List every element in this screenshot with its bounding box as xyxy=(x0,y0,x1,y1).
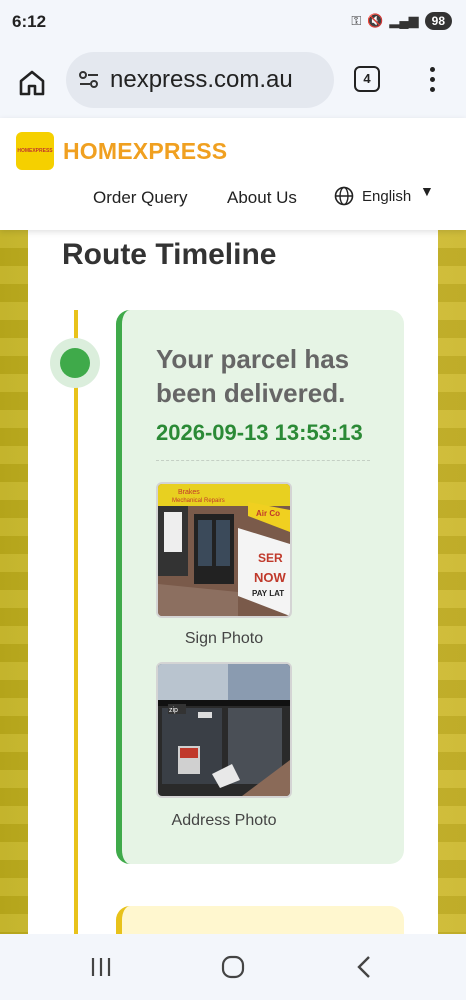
menu-dot-icon xyxy=(429,77,435,82)
battery-indicator: 98 xyxy=(424,12,452,30)
menu-dot-icon xyxy=(429,87,435,92)
svg-text:Air Co: Air Co xyxy=(256,509,280,518)
site-header: HOMEXPRESS HOMEXPRESS Order Query About … xyxy=(0,118,466,230)
doorway-photo-icon: zip xyxy=(158,664,290,796)
key-icon: ⚿ xyxy=(351,13,362,28)
brand-name[interactable]: HOMEXPRESS xyxy=(63,138,227,165)
language-selector[interactable]: English ▼ xyxy=(334,183,434,206)
svg-text:Mechanical Repairs: Mechanical Repairs xyxy=(172,498,225,504)
browser-toolbar: nexpress.com.au 4 xyxy=(0,44,466,118)
signal-icon: ▂▄▆ xyxy=(389,13,419,28)
storefront-photo-icon: Brakes Mechanical Repairs Air Co SER NOW… xyxy=(158,484,290,616)
address-photo-thumbnail[interactable]: zip xyxy=(156,662,292,798)
globe-icon xyxy=(334,186,354,206)
page-background: Route Timeline Your parcel has been deli… xyxy=(0,230,466,934)
language-label: English xyxy=(362,187,412,205)
url-text: nexpress.com.au xyxy=(110,66,293,93)
timeline-line xyxy=(74,310,78,934)
svg-text:zip: zip xyxy=(169,707,178,714)
system-nav-bar xyxy=(0,934,466,1000)
timeline-event-card-next xyxy=(116,906,404,934)
address-bar[interactable]: nexpress.com.au xyxy=(66,52,334,108)
nav-order-query[interactable]: Order Query xyxy=(93,188,187,208)
sign-photo-label: Sign Photo xyxy=(184,630,264,647)
timeline-dot xyxy=(60,348,90,378)
background-decoration xyxy=(438,230,466,934)
section-title: Route Timeline xyxy=(62,238,277,271)
nav-about-us[interactable]: About Us xyxy=(227,188,297,208)
event-datetime: 2026-09-13 13:53:13 xyxy=(156,420,363,445)
sign-photo-thumbnail[interactable]: Brakes Mechanical Repairs Air Co SER NOW… xyxy=(156,482,292,618)
caret-down-icon: ▼ xyxy=(420,183,434,199)
status-time: 6:12 xyxy=(12,12,47,31)
status-icons: ⚿ 🔇 ▂▄▆ 98 xyxy=(351,12,452,30)
home-nav-icon[interactable] xyxy=(220,954,246,980)
divider xyxy=(156,460,370,461)
site-settings-icon[interactable] xyxy=(78,69,100,91)
event-status: Your parcel has been delivered. xyxy=(156,344,350,408)
svg-text:Brakes: Brakes xyxy=(178,489,200,496)
svg-text:PAY LAT: PAY LAT xyxy=(252,589,284,598)
site-nav: Order Query About Us English ▼ xyxy=(0,183,466,212)
back-icon[interactable] xyxy=(352,954,378,980)
site-logo[interactable]: HOMEXPRESS xyxy=(16,132,54,170)
address-photo-label: Address Photo xyxy=(171,812,277,829)
mute-icon: 🔇 xyxy=(367,13,384,28)
recent-apps-icon[interactable] xyxy=(88,954,114,980)
browser-menu-button[interactable] xyxy=(424,64,440,96)
tab-count-button[interactable]: 4 xyxy=(354,66,380,92)
svg-text:NOW: NOW xyxy=(254,570,287,585)
logo-text: HOMEXPRESS xyxy=(17,148,53,154)
home-icon xyxy=(19,70,45,96)
menu-dot-icon xyxy=(429,67,435,72)
timeline-event-card: Your parcel has been delivered. 2026-09-… xyxy=(116,310,404,864)
home-button[interactable] xyxy=(14,64,50,100)
status-bar: 6:12 ⚿ 🔇 ▂▄▆ 98 xyxy=(0,0,466,44)
timeline-panel: Route Timeline Your parcel has been deli… xyxy=(28,230,438,934)
svg-text:SER: SER xyxy=(258,551,283,565)
